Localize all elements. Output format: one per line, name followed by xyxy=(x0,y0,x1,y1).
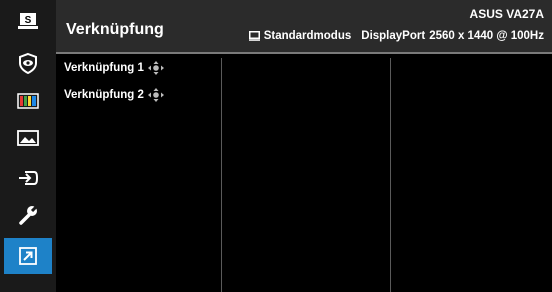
preset-mode: Standardmodus xyxy=(263,30,352,42)
eye-care-icon xyxy=(19,52,37,74)
menu-item-shortcut-2[interactable]: Verknüpfung 2 xyxy=(64,87,165,103)
sidebar-item-input-select[interactable] xyxy=(4,161,52,195)
navigation-arrows-icon xyxy=(147,61,164,75)
menu-item-shortcut-1[interactable]: Verknüpfung 1 xyxy=(64,60,165,76)
menu-item-label: Verknüpfung 1 xyxy=(64,62,144,74)
resolution: 2560 x 1440 @ 100Hz xyxy=(429,30,544,42)
main-panel: Verknüpfung ASUS VA27A Standardmodus Dis… xyxy=(56,0,552,292)
sidebar-item-shortcut[interactable] xyxy=(4,238,52,274)
header-bar: Verknüpfung ASUS VA27A Standardmodus Dis… xyxy=(56,0,552,54)
splendid-icon-label: S xyxy=(25,15,32,26)
menu-item-label: Verknüpfung 2 xyxy=(64,89,144,101)
column-divider xyxy=(221,58,222,292)
sidebar-item-color[interactable] xyxy=(4,84,52,118)
osd-window: S Verknüpfung ASUS VA27A Standardmodus D… xyxy=(0,0,552,292)
color-icon xyxy=(17,93,39,109)
navigation-arrows-icon xyxy=(147,88,164,102)
sidebar-item-splendid[interactable]: S xyxy=(4,4,52,38)
image-icon xyxy=(17,130,39,146)
system-setup-icon xyxy=(19,204,39,225)
splendid-icon: S xyxy=(18,13,38,29)
sidebar-item-image[interactable] xyxy=(4,121,52,155)
sidebar-item-eye-care[interactable] xyxy=(4,46,52,80)
monitor-icon xyxy=(248,31,260,41)
sidebar: S xyxy=(0,0,56,292)
column-divider xyxy=(390,58,391,292)
input-select-icon xyxy=(19,171,39,185)
sidebar-item-system-setup[interactable] xyxy=(4,198,52,232)
status-line: Standardmodus DisplayPort 2560 x 1440 @ … xyxy=(248,30,544,42)
input-source: DisplayPort xyxy=(361,30,426,42)
page-title: Verknüpfung xyxy=(66,21,164,38)
shortcut-icon xyxy=(19,247,37,265)
model-name: ASUS VA27A xyxy=(469,7,544,21)
